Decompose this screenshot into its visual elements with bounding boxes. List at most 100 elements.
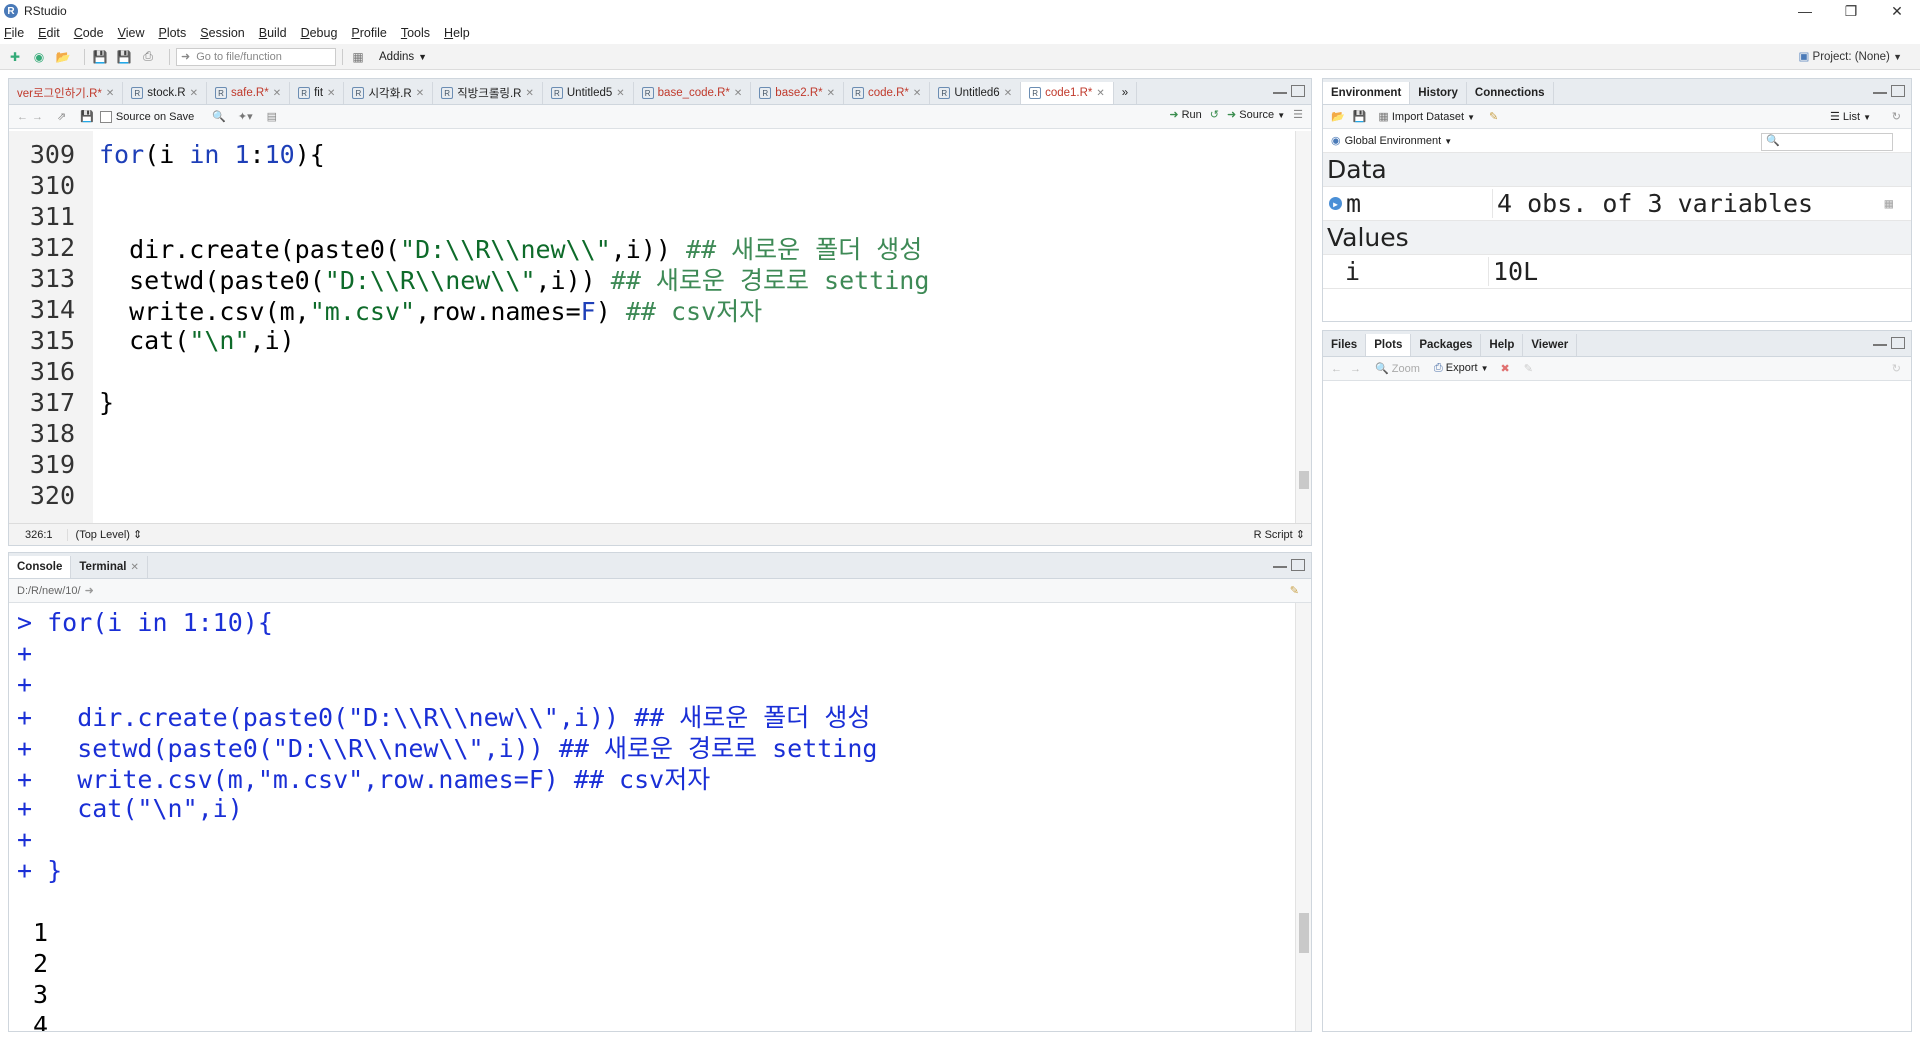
outline-icon[interactable]: ☰	[1293, 108, 1303, 121]
forward-arrow-icon[interactable]: →	[32, 111, 43, 123]
close-icon[interactable]: ✕	[416, 88, 424, 99]
open-file-icon[interactable]: 📂	[54, 49, 72, 65]
back-arrow-icon[interactable]: ←	[1331, 363, 1342, 375]
code-tools-icon[interactable]: ✦▾	[238, 110, 253, 123]
clear-console-icon[interactable]: ✎	[1290, 584, 1299, 597]
working-directory[interactable]: D:/R/new/10/	[17, 585, 81, 597]
tab-viewer[interactable]: Viewer	[1523, 334, 1578, 356]
menu-file[interactable]: File	[4, 26, 24, 40]
console-scroll-thumb[interactable]	[1299, 913, 1309, 953]
close-icon[interactable]: ✕	[273, 88, 281, 99]
source-on-save-checkbox[interactable]	[99, 110, 112, 123]
editor-tab[interactable]: R Untitled5 ✕	[542, 82, 634, 104]
close-icon[interactable]: ✕	[327, 88, 335, 99]
show-in-window-icon[interactable]: ⇗	[57, 110, 66, 123]
scope-selector[interactable]: (Top Level) ⇕	[68, 528, 143, 541]
go-to-directory-icon[interactable]: ➜	[85, 584, 94, 597]
view-table-icon[interactable]: ▦	[1885, 196, 1893, 212]
editor-scroll-thumb[interactable]	[1299, 471, 1309, 489]
editor-tab[interactable]: Rstock.R ✕	[123, 82, 207, 104]
forward-arrow-icon[interactable]: →	[1350, 363, 1361, 375]
rerun-icon[interactable]: ↺	[1210, 108, 1219, 121]
tab-files[interactable]: Files	[1323, 334, 1367, 356]
addins-menu[interactable]: Addins	[379, 51, 414, 63]
print-icon[interactable]: ⎙	[139, 49, 157, 65]
environment-search-input[interactable]: 🔍	[1761, 133, 1893, 151]
clear-plots-icon[interactable]: ✎	[1524, 362, 1533, 375]
menu-plots[interactable]: Plots	[158, 26, 186, 40]
minimize-pane-icon[interactable]	[1873, 92, 1887, 96]
save-icon[interactable]: 💾	[91, 49, 109, 65]
menu-view[interactable]: View	[118, 26, 145, 40]
menu-debug[interactable]: Debug	[301, 26, 338, 40]
tab-history[interactable]: History	[1410, 82, 1467, 104]
clear-workspace-icon[interactable]: ✎	[1489, 110, 1498, 123]
tab-packages[interactable]: Packages	[1411, 334, 1482, 356]
run-button[interactable]: ➜ Run	[1169, 108, 1201, 121]
minimize-pane-icon[interactable]	[1873, 344, 1887, 348]
editor-tab[interactable]: Rbase2.R* ✕	[751, 82, 844, 104]
load-workspace-icon[interactable]: 📂	[1331, 110, 1345, 123]
save-all-icon[interactable]: 💾	[115, 49, 133, 65]
menu-edit[interactable]: Edit	[38, 26, 60, 40]
project-menu[interactable]: ▣ Project: (None) ▼	[1798, 49, 1902, 63]
export-button[interactable]: ⎙ Export ▼	[1434, 362, 1489, 375]
close-icon[interactable]: ✕	[190, 88, 198, 99]
import-dataset-button[interactable]: ▦ Import Dataset ▼	[1378, 110, 1475, 123]
editor-scrollbar[interactable]	[1295, 131, 1311, 523]
close-icon[interactable]: ✕	[525, 88, 533, 99]
menu-profile[interactable]: Profile	[351, 26, 386, 40]
maximize-pane-icon[interactable]	[1291, 559, 1305, 571]
refresh-icon[interactable]: ↻	[1892, 110, 1901, 123]
save-icon[interactable]: 💾	[80, 110, 94, 123]
save-workspace-icon[interactable]: 💾	[1353, 110, 1367, 123]
close-button[interactable]: ✕	[1874, 0, 1920, 22]
expand-icon[interactable]: ▸	[1329, 197, 1342, 211]
close-icon[interactable]: ✕	[1004, 88, 1012, 99]
menu-code[interactable]: Code	[74, 26, 104, 40]
editor-tab[interactable]: R 시각화.R ✕	[344, 82, 434, 104]
environment-scope-selector[interactable]: Global Environment ▼	[1345, 135, 1453, 147]
tab-help[interactable]: Help	[1481, 334, 1524, 356]
tab-plots[interactable]: Plots	[1366, 334, 1412, 356]
editor-tab[interactable]: Rcode.R* ✕	[844, 82, 931, 104]
menu-build[interactable]: Build	[259, 26, 287, 40]
list-view-button[interactable]: ☰ List ▼	[1830, 110, 1871, 123]
new-file-icon[interactable]: ✚	[6, 49, 24, 65]
editor-tab[interactable]: ver로그인하기.R* ✕	[9, 82, 124, 104]
close-icon[interactable]: ✕	[827, 88, 835, 99]
editor-tab[interactable]: Rfit ✕	[290, 82, 345, 104]
close-icon[interactable]: ✕	[130, 562, 138, 573]
minimize-button[interactable]: —	[1782, 0, 1828, 22]
close-icon[interactable]: ✕	[616, 88, 624, 99]
refresh-icon[interactable]: ↻	[1892, 362, 1901, 375]
source-button[interactable]: ➜ Source ▼	[1227, 108, 1285, 121]
close-icon[interactable]: ✕	[913, 88, 921, 99]
tab-environment[interactable]: Environment	[1323, 82, 1411, 104]
maximize-pane-icon[interactable]	[1291, 85, 1305, 97]
env-row-i[interactable]: i 10L	[1323, 255, 1911, 289]
maximize-pane-icon[interactable]	[1891, 85, 1905, 97]
close-icon[interactable]: ✕	[734, 88, 742, 99]
maximize-pane-icon[interactable]	[1891, 337, 1905, 349]
tab-terminal[interactable]: Terminal ✕	[71, 556, 148, 578]
minimize-pane-icon[interactable]	[1273, 92, 1287, 96]
console-scrollbar[interactable]	[1295, 603, 1311, 1031]
env-row-m[interactable]: ▸ m 4 obs. of 3 variables ▦	[1323, 187, 1911, 221]
restore-button[interactable]: ❐	[1828, 0, 1874, 22]
remove-plot-icon[interactable]: ✖	[1501, 362, 1510, 375]
editor-tab[interactable]: Rcode1.R* ✕	[1021, 82, 1114, 104]
grid-layout-icon[interactable]: ▦	[349, 49, 367, 65]
editor-tab[interactable]: R 직방크롤링.R ✕	[433, 82, 543, 104]
search-icon[interactable]: 🔍	[212, 110, 226, 123]
editor-tab[interactable]: R Untitled6 ✕	[930, 82, 1022, 104]
close-icon[interactable]: ✕	[106, 88, 114, 99]
zoom-button[interactable]: 🔍 Zoom	[1375, 362, 1420, 375]
editor-tab[interactable]: Rbase_code.R* ✕	[633, 82, 752, 104]
file-type-selector[interactable]: R Script ⇕	[1254, 528, 1305, 541]
menu-session[interactable]: Session	[200, 26, 244, 40]
tab-console[interactable]: Console	[9, 556, 72, 578]
console-output[interactable]: > for(i in 1:10){+ + + dir.create(paste0("…	[9, 603, 1295, 1031]
code-editor[interactable]: 309 for(i in 1:10){310 311 312 dir.create(p…	[9, 131, 1295, 523]
tab-connections[interactable]: Connections	[1466, 82, 1554, 104]
